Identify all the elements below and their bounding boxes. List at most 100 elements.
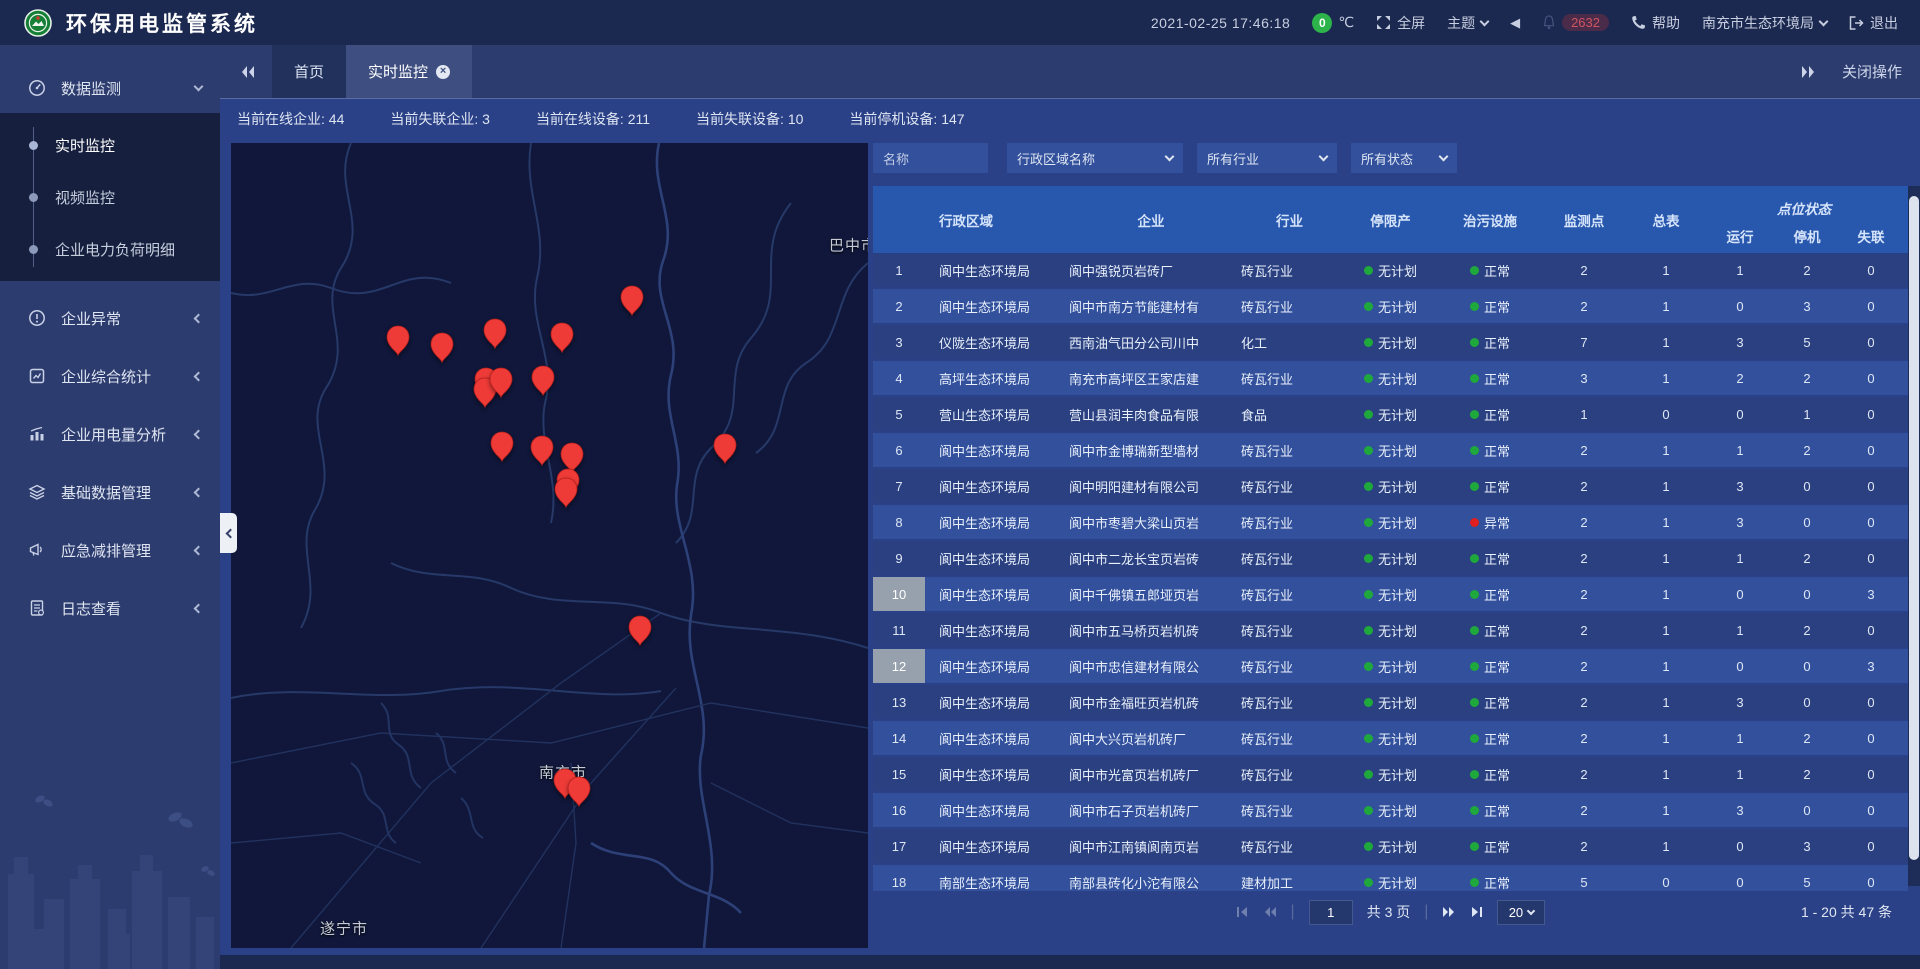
tab-realtime-monitoring[interactable]: 实时监控 × (346, 45, 472, 98)
table-row[interactable]: 15阆中生态环境局阆中市光富页岩机砖厂砖瓦行业无计划正常21120 (873, 757, 1908, 791)
table-row[interactable]: 6阆中生态环境局阆中市金博瑞新型墙材砖瓦行业无计划正常21120 (873, 433, 1908, 467)
cell-monitor: 1 (1541, 397, 1627, 431)
cell-lost: 0 (1839, 289, 1903, 323)
map-pin[interactable] (489, 367, 513, 398)
map-canvas[interactable]: 巴中市 南充市 遂宁市 (231, 143, 868, 948)
table-row[interactable]: 11阆中生态环境局阆中市五马桥页岩机砖砖瓦行业无计划正常21120 (873, 613, 1908, 647)
tabs-scroll-left-button[interactable] (220, 45, 272, 98)
status-dot-green (1470, 446, 1479, 455)
cell-meter: 1 (1627, 469, 1705, 503)
status-dot-green (1470, 626, 1479, 635)
last-page-button[interactable] (1470, 906, 1483, 918)
page-title: 环保用电监管系统 (66, 8, 258, 38)
sidebar-item-power-analysis[interactable]: 企业用电量分析 (0, 409, 220, 459)
table-row[interactable]: 13阆中生态环境局阆中市金福旺页岩机砖砖瓦行业无计划正常21300 (873, 685, 1908, 719)
tab-close-icon[interactable]: × (436, 65, 450, 79)
map-pin[interactable] (530, 435, 554, 466)
sidebar-item-enterprise-statistics[interactable]: 企业综合统计 (0, 351, 220, 401)
theme-caret-icon (1480, 16, 1490, 26)
cell-stop: 2 (1775, 361, 1839, 395)
sidebar-item-base-data[interactable]: 基础数据管理 (0, 467, 220, 517)
map-pin[interactable] (554, 477, 578, 508)
help-button[interactable]: 帮助 (1631, 13, 1680, 33)
sidebar-item-enterprise-abnormal[interactable]: 企业异常 (0, 293, 220, 343)
cell-suspend-status: 无计划 (1342, 685, 1439, 719)
region-filter-select[interactable]: 行政区域名称 (1007, 143, 1183, 173)
status-dot-green (1364, 410, 1373, 419)
cell-monitor: 2 (1541, 577, 1627, 611)
map-city-label: 巴中市 (829, 235, 868, 256)
table-row[interactable]: 1阆中生态环境局阆中强锐页岩砖厂砖瓦行业无计划正常21120 (873, 253, 1908, 287)
logout-button[interactable]: 退出 (1849, 13, 1898, 33)
close-operations-button[interactable]: 关闭操作 (1842, 61, 1902, 82)
sidebar-item-data-monitoring[interactable]: 数据监测 (0, 63, 220, 113)
map-pin[interactable] (567, 776, 591, 807)
table-row[interactable]: 8阆中生态环境局阆中市枣碧大梁山页岩砖瓦行业无计划异常21300 (873, 505, 1908, 539)
fullscreen-button[interactable]: 全屏 (1376, 13, 1425, 33)
next-page-button[interactable] (1442, 906, 1456, 918)
table-row[interactable]: 14阆中生态环境局阆中大兴页岩机砖厂砖瓦行业无计划正常21120 (873, 721, 1908, 755)
row-index: 9 (873, 541, 925, 575)
cell-meter: 1 (1627, 325, 1705, 359)
map-pin[interactable] (386, 325, 410, 356)
sidebar-item-log-view[interactable]: 日志查看 (0, 583, 220, 633)
table-row[interactable]: 10阆中生态环境局阆中千佛镇五郎垭页岩砖瓦行业无计划正常21003 (873, 577, 1908, 611)
table-panel: 名称 行政区域名称 所有行业 所有状态 行政区域 企业 行业 停限产 治污设施 … (873, 143, 1908, 955)
map-pin[interactable] (550, 322, 574, 353)
gauge-icon (28, 79, 48, 97)
page-number-input[interactable] (1309, 900, 1353, 925)
cell-meter: 1 (1627, 613, 1705, 647)
cell-enterprise: 阆中明阳建材有限公司 (1065, 469, 1237, 503)
sidebar-item-realtime-monitoring[interactable]: 实时监控 (0, 119, 220, 171)
map-pin[interactable] (531, 365, 555, 396)
sidebar-item-emergency-reduction[interactable]: 应急减排管理 (0, 525, 220, 575)
cell-facility-status: 正常 (1439, 685, 1541, 719)
stat-online-enterprises: 当前在线企业: 44 (237, 109, 344, 129)
theme-dropdown[interactable]: 主题 (1447, 13, 1488, 33)
sidebar-collapse-handle[interactable] (220, 513, 237, 553)
table-row[interactable]: 2阆中生态环境局阆中市南方节能建材有砖瓦行业无计划正常21030 (873, 289, 1908, 323)
industry-filter-value: 所有行业 (1207, 149, 1259, 168)
table-row[interactable]: 9阆中生态环境局阆中市二龙长宝页岩砖砖瓦行业无计划正常21120 (873, 541, 1908, 575)
table-row[interactable]: 16阆中生态环境局阆中市石子页岩机砖厂砖瓦行业无计划正常21300 (873, 793, 1908, 827)
first-page-button[interactable] (1236, 906, 1249, 918)
cell-region: 高坪生态环境局 (925, 361, 1065, 395)
map-pin[interactable] (713, 433, 737, 464)
map-city-label: 遂宁市 (320, 918, 368, 939)
map-pin[interactable] (490, 431, 514, 462)
table-row[interactable]: 3仪陇生态环境局西南油气田分公司川中化工无计划正常71350 (873, 325, 1908, 359)
map-pin[interactable] (628, 615, 652, 646)
notification-count-badge: 2632 (1562, 14, 1609, 31)
status-dot-green (1364, 266, 1373, 275)
status-filter-select[interactable]: 所有状态 (1351, 143, 1457, 173)
prev-page-button[interactable] (1263, 906, 1277, 918)
row-index: 11 (873, 613, 925, 647)
cell-run: 0 (1705, 829, 1775, 863)
table-row[interactable]: 12阆中生态环境局阆中市忠信建材有限公砖瓦行业无计划正常21003 (873, 649, 1908, 683)
table-row[interactable]: 7阆中生态环境局阆中明阳建材有限公司砖瓦行业无计划正常21300 (873, 469, 1908, 503)
tab-home[interactable]: 首页 (272, 45, 346, 98)
row-index: 14 (873, 721, 925, 755)
status-text: 无计划 (1378, 369, 1417, 388)
map-pin[interactable] (430, 332, 454, 363)
page-size-select[interactable]: 20 (1497, 900, 1545, 925)
table-row[interactable]: 5营山生态环境局营山县润丰肉食品有限食品无计划正常10010 (873, 397, 1908, 431)
scrollbar-thumb[interactable] (1909, 196, 1919, 860)
table-row[interactable]: 4高坪生态环境局南充市高坪区王家店建砖瓦行业无计划正常31220 (873, 361, 1908, 395)
cell-stop: 2 (1775, 253, 1839, 287)
table-row[interactable]: 18南部生态环境局南部县砖化小沱有限公建材加工无计划正常50050 (873, 865, 1908, 891)
sidebar-item-power-load-detail[interactable]: 企业电力负荷明细 (0, 223, 220, 275)
cell-region: 阆中生态环境局 (925, 433, 1065, 467)
sidebar-item-video-monitoring[interactable]: 视频监控 (0, 171, 220, 223)
cell-industry: 砖瓦行业 (1237, 505, 1342, 539)
tabs-scroll-right-button[interactable] (1800, 65, 1816, 79)
org-dropdown[interactable]: 南充市生态环境局 (1702, 13, 1827, 33)
name-filter-input[interactable]: 名称 (873, 143, 988, 173)
industry-filter-select[interactable]: 所有行业 (1197, 143, 1337, 173)
map-pin[interactable] (483, 318, 507, 349)
map-pin[interactable] (620, 285, 644, 316)
bullet-icon (29, 245, 38, 254)
notification-bell[interactable]: 2632 (1542, 14, 1609, 31)
speaker-mute-button[interactable]: ◀ (1510, 15, 1520, 31)
table-row[interactable]: 17阆中生态环境局阆中市江南镇阆南页岩砖瓦行业无计划正常21030 (873, 829, 1908, 863)
